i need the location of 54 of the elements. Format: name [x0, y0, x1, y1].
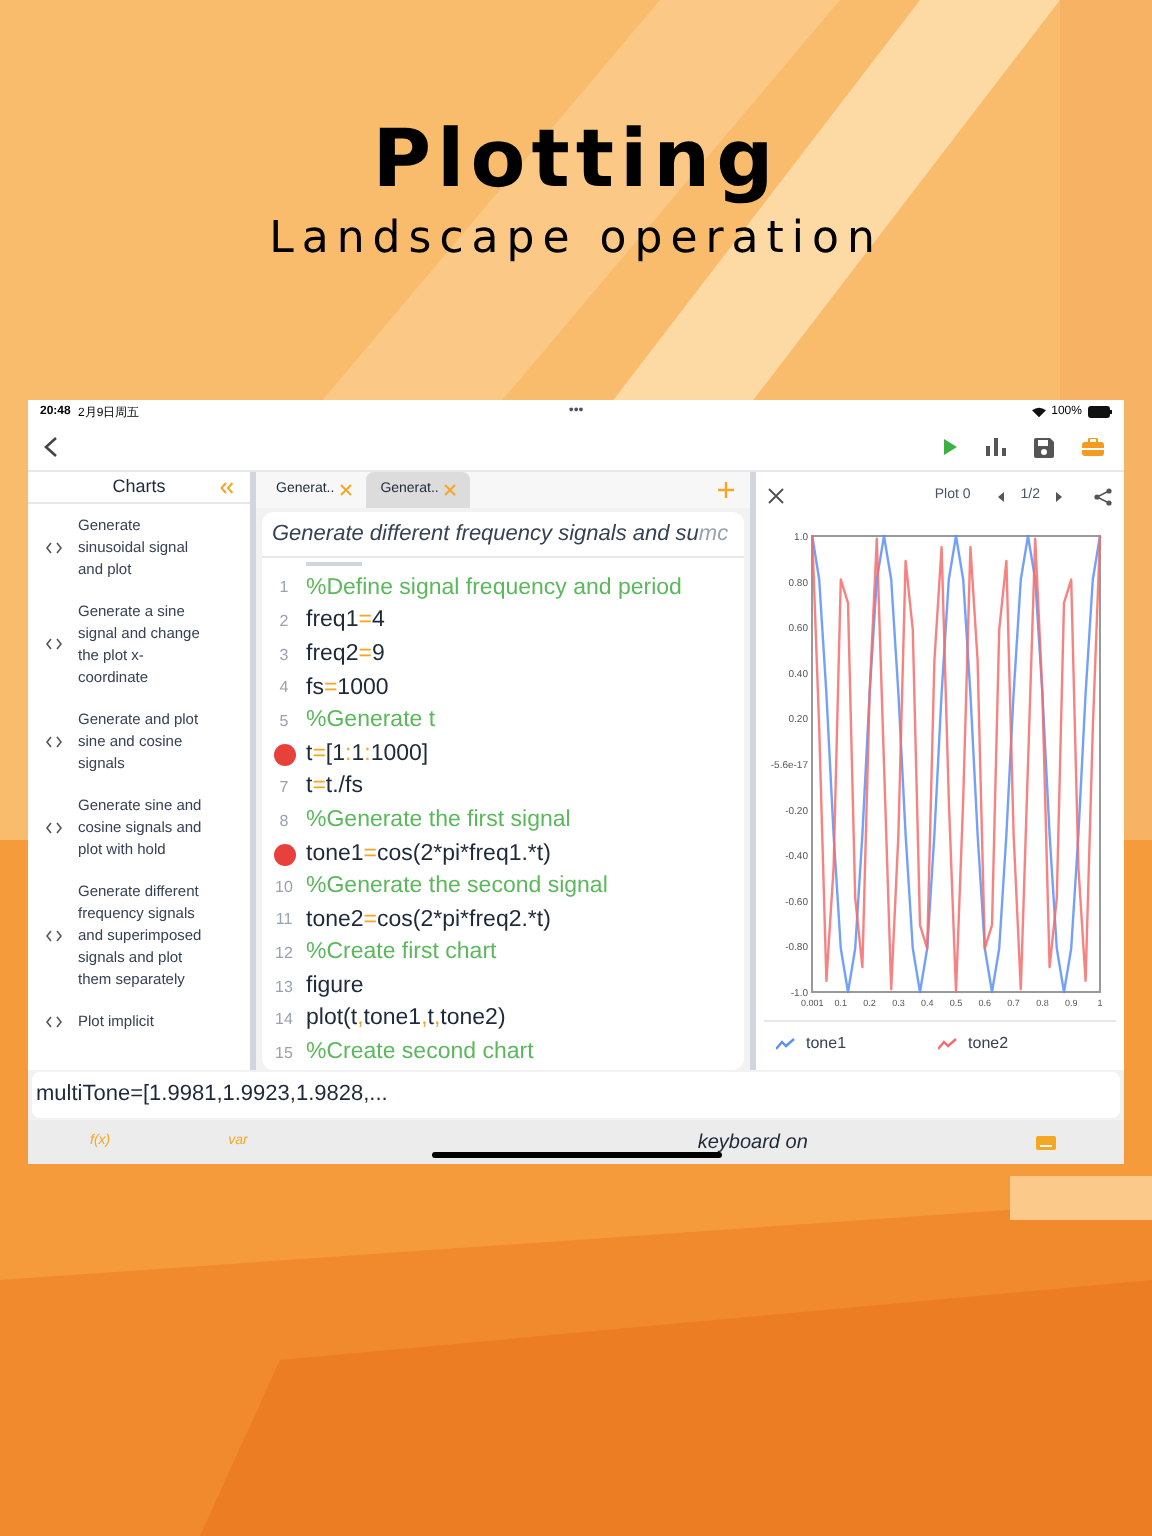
- line-number: 11: [275, 908, 293, 933]
- line-number: 4: [279, 676, 289, 701]
- code-line: t=t./fs: [306, 772, 363, 803]
- keyboard-toggle[interactable]: keyboard on: [697, 1127, 808, 1157]
- line-number: 13: [275, 975, 293, 1000]
- code-icon: [46, 735, 62, 747]
- line-number: 8: [279, 809, 289, 834]
- line-number: 12: [275, 941, 293, 966]
- script-title[interactable]: Generate different frequency signals and su: [272, 517, 699, 551]
- line-number: 14: [275, 1008, 293, 1033]
- code-icon: [46, 1015, 62, 1027]
- toolbox-icon[interactable]: [1082, 438, 1104, 456]
- save-icon[interactable]: [1034, 437, 1054, 457]
- line-number: 1: [279, 576, 289, 601]
- code-line: plot(t,tone1,t,tone2): [306, 1004, 506, 1035]
- previous-icon[interactable]: [998, 491, 1007, 501]
- bar-chart-icon[interactable]: [986, 438, 1006, 456]
- code-line: figure: [306, 971, 364, 1002]
- code-line: freq1=4: [306, 606, 385, 637]
- line-number: 2: [279, 609, 289, 634]
- step-shape: [1010, 1176, 1152, 1220]
- line-number: 7: [279, 775, 289, 800]
- line-number: 3: [279, 643, 289, 668]
- code-comment: %Create second chart: [306, 1038, 534, 1069]
- code-icon: [46, 929, 62, 941]
- code-comment: %Generate the first signal: [306, 805, 571, 836]
- code-comment: %Define signal frequency and period: [306, 573, 682, 604]
- code-icon: [46, 638, 62, 650]
- sidebar-title: Charts: [112, 473, 166, 500]
- code-comment: %Generate the second signal: [306, 872, 608, 903]
- battery-icon: [1087, 406, 1112, 418]
- line-number: 15: [275, 1041, 293, 1066]
- legend-label: tone2: [968, 1031, 1009, 1055]
- subheadline: Landscape operation: [269, 212, 883, 268]
- play-icon[interactable]: [942, 438, 958, 456]
- output-text: multiTone=[1.9981,1.9923,1.9828,...: [36, 1080, 388, 1111]
- code-line: t=[1:1:1000]: [306, 739, 429, 770]
- code-line: tone2=cos(2*pi*freq2.*t): [306, 905, 551, 936]
- legend-label: tone1: [806, 1031, 847, 1055]
- code-line: fs=1000: [306, 673, 389, 704]
- code-comment: %Generate t: [306, 706, 436, 737]
- code-comment: %Create first chart: [306, 938, 497, 969]
- headline: Plotting: [372, 116, 780, 204]
- code-icon: [46, 541, 62, 553]
- code-icon: [46, 821, 62, 833]
- share-icon[interactable]: [1094, 487, 1112, 505]
- script-title-hint: mc: [698, 519, 729, 550]
- back-icon[interactable]: [44, 436, 58, 458]
- line-number: 10: [275, 875, 293, 900]
- close-icon[interactable]: [768, 488, 784, 504]
- line-number: 5: [279, 709, 289, 734]
- code-line: freq2=9: [306, 639, 385, 670]
- code-line: tone1=cos(2*pi*freq1.*t): [306, 839, 551, 870]
- wifi-icon: [1031, 406, 1046, 418]
